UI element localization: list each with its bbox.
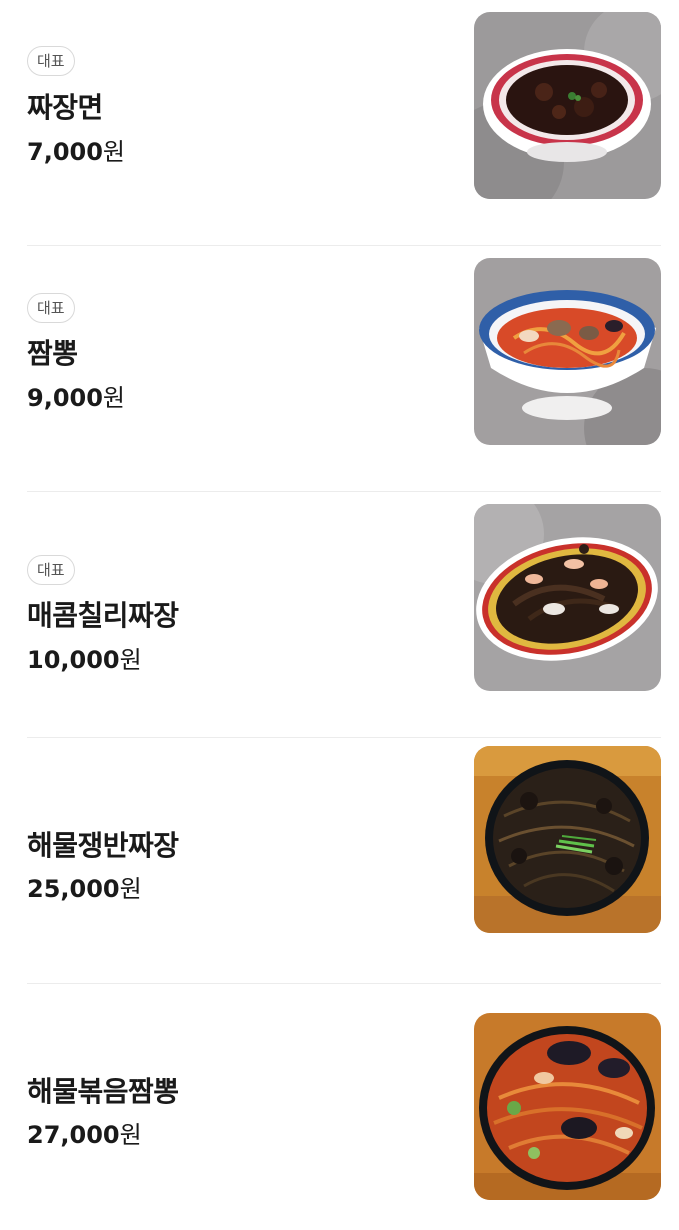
seafood-jaengban-jjajang-image (474, 746, 661, 933)
seafood-stirfry-jjamppong-image (474, 1013, 661, 1200)
seafood-jaengban-jjajang-photo[interactable] (474, 746, 661, 933)
price-amount: 7,000 (27, 138, 103, 166)
price-amount: 9,000 (27, 384, 103, 412)
price-unit: 원 (102, 138, 126, 166)
menu-item-price: 9,000원 (27, 378, 125, 413)
price-unit: 원 (102, 384, 126, 412)
spicy-chili-jjajang-image (474, 504, 661, 691)
jjamppong-image (474, 258, 661, 445)
menu-item-price: 7,000원 (27, 132, 125, 167)
spicy-chili-jjajang-photo[interactable] (474, 504, 661, 691)
menu-item-name: 해물쟁반짜장 (27, 829, 179, 862)
menu-item-info: 해물쟁반짜장 25,000원 (27, 738, 447, 983)
menu-item-info: 해물볶음짬뽕 27,000원 (27, 984, 447, 1230)
menu-item-info: 대표 짜장면 7,000원 (27, 0, 447, 245)
menu-item-info: 대표 매콤칠리짜장 10,000원 (27, 492, 447, 737)
menu-item-name: 해물볶음짬뽕 (27, 1075, 179, 1108)
price-unit: 원 (119, 1121, 142, 1149)
menu-item-name: 짬뽕 (27, 337, 78, 370)
menu-item[interactable]: 해물볶음짬뽕 27,000원 (27, 984, 661, 1230)
menu-item[interactable]: 해물쟁반짜장 25,000원 (27, 738, 661, 984)
menu-item-price: 10,000원 (27, 640, 142, 675)
menu-list: 대표 짜장면 7,000원 대표 짬뽕 9,000원 대표 매콤칠리짜장 10,… (0, 0, 679, 1230)
seafood-stirfry-jjamppong-photo[interactable] (474, 1013, 661, 1200)
menu-item-info: 대표 짬뽕 9,000원 (27, 246, 447, 491)
menu-item[interactable]: 대표 매콤칠리짜장 10,000원 (27, 492, 661, 738)
price-unit: 원 (119, 875, 142, 903)
price-unit: 원 (119, 646, 142, 674)
jjamppong-photo[interactable] (474, 258, 661, 445)
price-amount: 27,000 (27, 1121, 120, 1149)
menu-item-price: 27,000원 (27, 1115, 142, 1150)
jjajangmyeon-image (474, 12, 661, 199)
menu-item-name: 짜장면 (27, 91, 103, 124)
menu-item-price: 25,000원 (27, 869, 142, 904)
signature-badge: 대표 (27, 293, 75, 323)
menu-item-name: 매콤칠리짜장 (27, 599, 179, 632)
price-amount: 10,000 (27, 646, 120, 674)
jjajangmyeon-photo[interactable] (474, 12, 661, 199)
menu-item[interactable]: 대표 짬뽕 9,000원 (27, 246, 661, 492)
menu-item[interactable]: 대표 짜장면 7,000원 (27, 0, 661, 246)
price-amount: 25,000 (27, 875, 120, 903)
signature-badge: 대표 (27, 555, 75, 585)
signature-badge: 대표 (27, 46, 75, 76)
